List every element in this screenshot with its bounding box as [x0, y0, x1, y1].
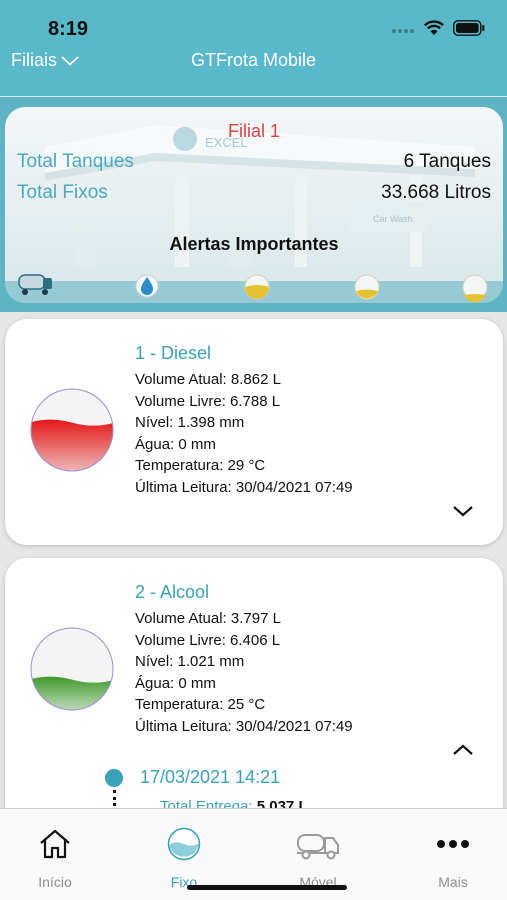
temperature: Temperatura: 25 °C: [135, 696, 266, 713]
level: Nível: 1.398 mm: [135, 414, 245, 431]
tank-level-icon[interactable]: [462, 274, 488, 303]
chevron-up-icon[interactable]: [451, 742, 475, 758]
water-level: Água: 0 mm: [135, 674, 216, 692]
cellular-signal-icon: [392, 29, 414, 33]
water-level: Água: 0 mm: [135, 435, 216, 453]
free-volume: Volume Livre: 6.406 L: [135, 631, 281, 649]
free-volume: Volume Livre: 6.788 L: [135, 392, 281, 410]
tank-info: 2 - Alcool Volume Atual: 3.797 L Volume …: [135, 582, 353, 737]
tank-level-icon[interactable]: [244, 274, 270, 300]
tab-more[interactable]: Mais: [403, 827, 503, 890]
tab-fixed[interactable]: Fixo: [134, 827, 234, 890]
app-header: 8:19 Filiais GTFrota Mobile: [0, 0, 507, 97]
more-icon: [437, 840, 469, 848]
tank-level-gauge: [30, 388, 114, 472]
tab-mobile[interactable]: Móvel: [268, 827, 368, 890]
battery-icon: [453, 20, 485, 36]
tab-label: Início: [38, 874, 72, 890]
home-icon: [40, 829, 70, 859]
wifi-icon: [423, 20, 445, 35]
current-volume: Volume Atual: 8.862 L: [135, 371, 281, 388]
last-reading: Última Leitura: 30/04/2021 07:49: [135, 717, 353, 735]
level: Nível: 1.021 mm: [135, 653, 245, 670]
total-fixed-value: 33.668 Litros: [381, 182, 491, 203]
total-fixed-label: Total Fixos: [17, 182, 108, 203]
alerts-title: Alertas Importantes: [169, 234, 339, 254]
branch-name: Filial 1: [227, 121, 280, 141]
alerts-strip: [5, 274, 503, 303]
total-tanks-value: 6 Tanques: [403, 151, 491, 172]
current-volume: Volume Atual: 3.797 L: [135, 610, 281, 627]
tank-name: 1 - Diesel: [135, 343, 212, 363]
svg-text:Car Wash: Car Wash: [373, 214, 413, 224]
delivery-date: 17/03/2021 14:21: [140, 767, 281, 787]
status-icons: [391, 20, 485, 36]
tanker-truck-icon: [297, 834, 339, 860]
tank-info: 1 - Diesel Volume Atual: 8.862 L Volume …: [135, 343, 353, 498]
gauge-liquid-fill: [31, 419, 113, 471]
last-reading: Última Leitura: 30/04/2021 07:49: [135, 478, 353, 496]
total-tanks-label: Total Tanques: [17, 151, 134, 172]
fixed-tank-icon: [167, 827, 201, 861]
status-time: 8:19: [48, 18, 89, 40]
water-drop-icon[interactable]: [135, 274, 159, 298]
tank-name: 2 - Alcool: [135, 582, 210, 602]
chevron-down-icon[interactable]: [451, 503, 475, 519]
tab-label: Mais: [438, 874, 468, 890]
summary-banner: EXCEL Car Wash Filial 1 Total Tanques 6 …: [5, 107, 503, 303]
summary-area: EXCEL Car Wash Filial 1 Total Tanques 6 …: [0, 97, 507, 312]
temperature: Temperatura: 29 °C: [135, 457, 266, 474]
tank-level-gauge: [30, 627, 114, 711]
tab-home[interactable]: Início: [5, 827, 105, 890]
home-indicator: [187, 885, 347, 890]
timeline-dot: [105, 769, 123, 787]
page-title: GTFrota Mobile: [190, 50, 317, 70]
tank-card[interactable]: 1 - Diesel Volume Atual: 8.862 L Volume …: [5, 319, 503, 545]
